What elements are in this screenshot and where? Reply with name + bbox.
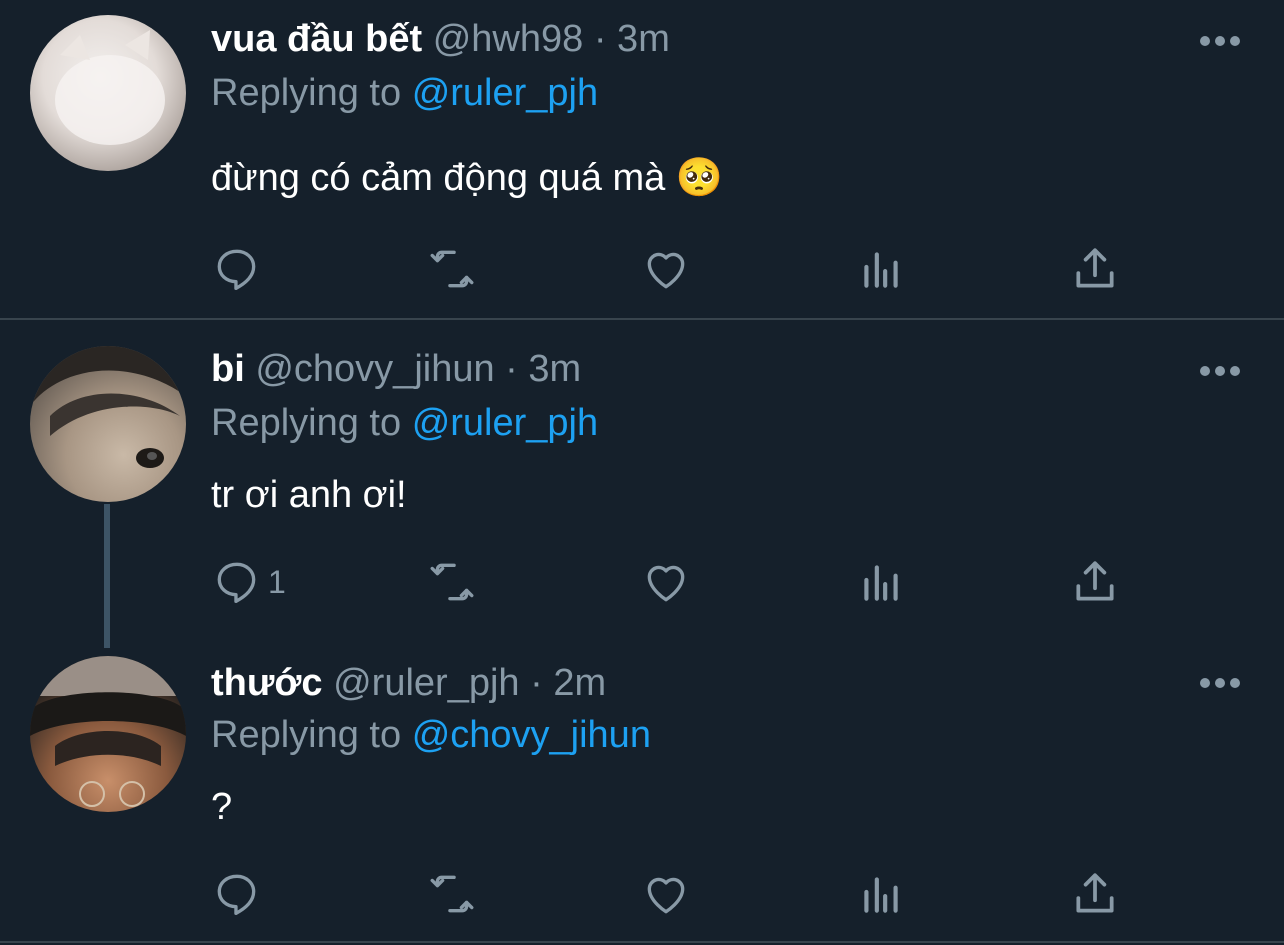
replying-prefix: Replying to (211, 72, 402, 114)
reply-button[interactable] (212, 869, 268, 919)
retweet-button[interactable] (427, 869, 477, 919)
timestamp[interactable]: · 3m (505, 348, 581, 390)
analytics-button[interactable] (856, 244, 906, 294)
replying-to: Replying to @chovy_jihun (211, 714, 651, 757)
analytics-icon (864, 877, 898, 913)
display-name[interactable]: vua đầu bết (211, 18, 422, 60)
mention-link[interactable]: @ruler_pjh (412, 402, 598, 444)
avatar[interactable] (30, 656, 186, 812)
tweet-actions (0, 869, 1284, 929)
like-button[interactable] (641, 869, 691, 919)
more-icon[interactable] (1200, 36, 1240, 48)
divider (0, 941, 1284, 943)
reply-button[interactable]: 1 (212, 557, 286, 607)
like-icon (647, 877, 685, 914)
share-icon (1076, 248, 1114, 288)
avatar[interactable] (30, 15, 186, 171)
share-button[interactable] (1070, 557, 1120, 607)
replying-prefix: Replying to (211, 714, 402, 756)
replying-prefix: Replying to (211, 402, 402, 444)
replying-to: Replying to @ruler_pjh (211, 402, 598, 445)
analytics-button[interactable] (856, 869, 906, 919)
cat-photo-icon (55, 30, 165, 145)
face-photo-icon (30, 346, 186, 468)
analytics-button[interactable] (856, 557, 906, 607)
retweet-button[interactable] (427, 244, 477, 294)
like-icon (647, 565, 685, 602)
user-handle[interactable]: @hwh98 (433, 18, 584, 60)
tweet-text: tr ơi anh ơi! (211, 474, 407, 516)
tweet-text: đừng có cảm động quá mà 🥺 (211, 157, 724, 199)
timestamp[interactable]: · 2m (530, 662, 606, 704)
tweet-1[interactable]: vua đầu bết @hwh98 · 3m Replying to @rul… (0, 0, 1284, 318)
share-button[interactable] (1070, 244, 1120, 294)
tweet-actions (0, 244, 1284, 304)
mention-link[interactable]: @ruler_pjh (412, 72, 598, 114)
reply-icon (217, 874, 256, 916)
reply-icon (217, 249, 256, 291)
tweet-3[interactable]: thước @ruler_pjh · 2m Replying to @chovy… (0, 650, 1284, 945)
more-icon[interactable] (1200, 366, 1240, 378)
user-handle[interactable]: @ruler_pjh (333, 662, 519, 704)
retweet-icon (430, 563, 474, 601)
share-icon (1076, 873, 1114, 913)
share-button[interactable] (1070, 869, 1120, 919)
retweet-icon (430, 250, 474, 288)
more-icon[interactable] (1200, 678, 1240, 690)
display-name[interactable]: bi (211, 348, 245, 390)
mention-link[interactable]: @chovy_jihun (412, 714, 651, 756)
analytics-icon (864, 565, 898, 601)
like-icon (647, 252, 685, 289)
share-icon (1076, 561, 1114, 601)
tweet-text: ? (211, 786, 233, 828)
display-name[interactable]: thước (211, 662, 323, 704)
retweet-icon (430, 875, 474, 913)
like-button[interactable] (641, 244, 691, 294)
retweet-button[interactable] (427, 557, 477, 607)
user-handle[interactable]: @chovy_jihun (255, 348, 494, 390)
reply-icon (217, 562, 256, 604)
tweet-2[interactable]: bi @chovy_jihun · 3m Replying to @ruler_… (0, 320, 1284, 650)
like-button[interactable] (641, 557, 691, 607)
timestamp[interactable]: · 3m (594, 18, 670, 60)
reply-count: 1 (268, 563, 286, 600)
hat-photo-icon (30, 656, 186, 807)
reply-button[interactable] (212, 244, 268, 294)
analytics-icon (864, 252, 898, 288)
replying-to: Replying to @ruler_pjh (211, 72, 598, 115)
tweet-actions: 1 (0, 557, 1284, 617)
avatar[interactable] (30, 346, 186, 502)
